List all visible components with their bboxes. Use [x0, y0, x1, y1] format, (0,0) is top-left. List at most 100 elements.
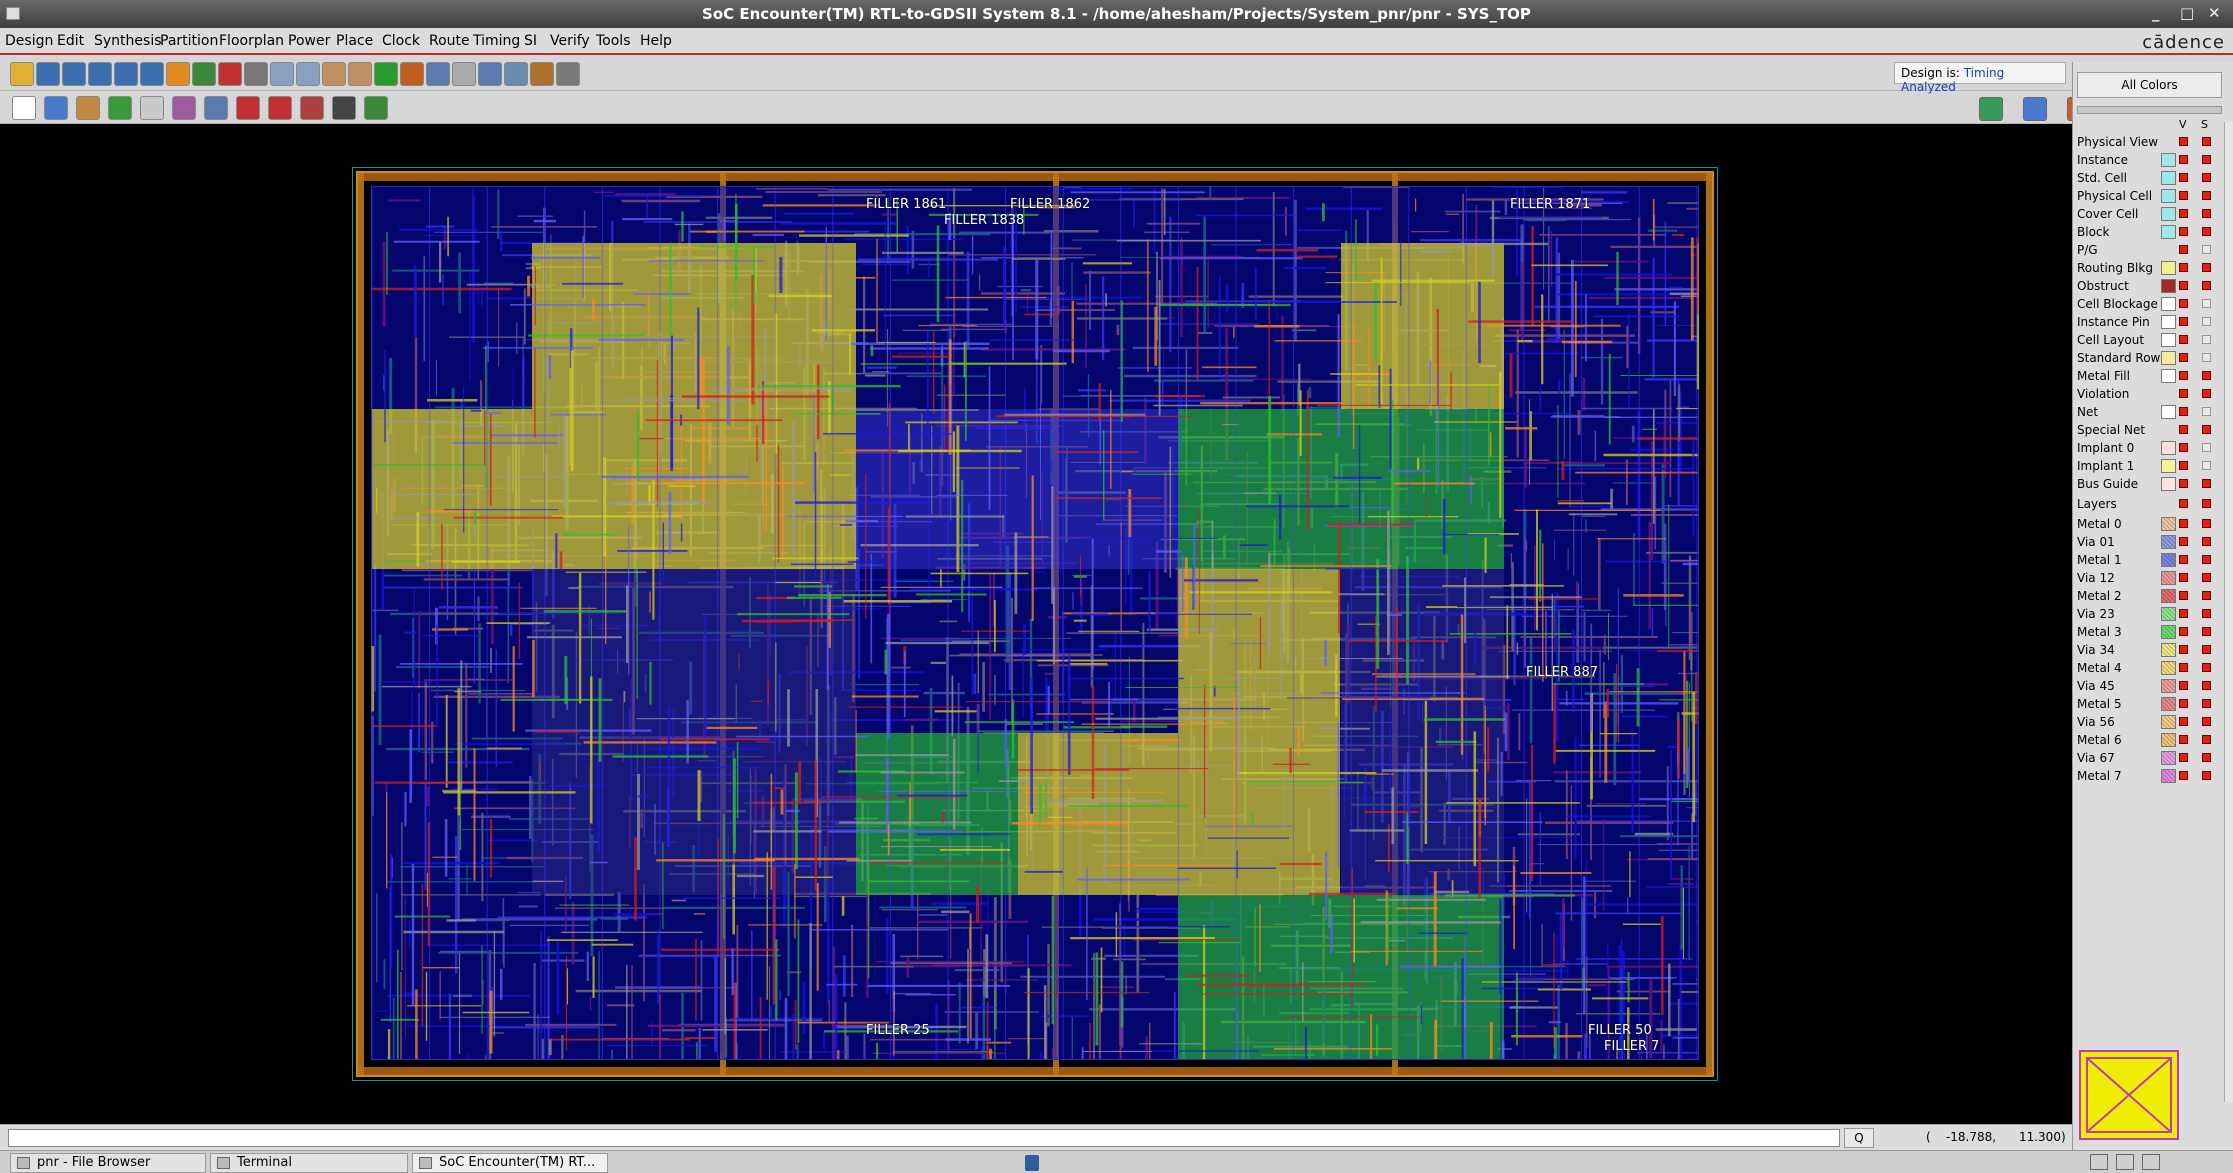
visible-checkbox[interactable]: [2179, 699, 2188, 708]
command-input[interactable]: [8, 1129, 1840, 1147]
layer-row[interactable]: Block: [2075, 223, 2223, 241]
layer-row[interactable]: Bus Guide: [2075, 475, 2223, 493]
add-via-icon[interactable]: [300, 96, 324, 120]
desktop-1-icon[interactable]: [2090, 1154, 2108, 1170]
color-swatch[interactable]: [2161, 441, 2176, 455]
selectable-checkbox[interactable]: [2202, 425, 2211, 434]
selectable-checkbox[interactable]: [2202, 699, 2211, 708]
visible-checkbox[interactable]: [2179, 479, 2188, 488]
layer-row[interactable]: Metal 0: [2075, 515, 2223, 533]
browser-icon[interactable]: [478, 62, 502, 86]
visible-checkbox[interactable]: [2179, 443, 2188, 452]
color-swatch[interactable]: [2161, 225, 2176, 239]
visible-checkbox[interactable]: [2179, 609, 2188, 618]
selectable-checkbox[interactable]: [2202, 461, 2211, 470]
color-swatch[interactable]: [2161, 333, 2176, 347]
query-button[interactable]: Q: [1844, 1128, 1874, 1148]
menu-clock[interactable]: Clock: [382, 33, 420, 49]
selectable-checkbox[interactable]: [2202, 173, 2211, 182]
selectable-checkbox[interactable]: [2202, 245, 2211, 254]
color-swatch[interactable]: [2161, 643, 2176, 657]
selectable-checkbox[interactable]: [2202, 627, 2211, 636]
redraw-icon[interactable]: [140, 62, 164, 86]
color-swatch[interactable]: [2161, 535, 2176, 549]
selectable-checkbox[interactable]: [2202, 443, 2211, 452]
open-icon[interactable]: [10, 62, 34, 86]
layer-row[interactable]: Metal 2: [2075, 587, 2223, 605]
visible-checkbox[interactable]: [2179, 663, 2188, 672]
visible-checkbox[interactable]: [2179, 735, 2188, 744]
visible-checkbox[interactable]: [2179, 573, 2188, 582]
selectable-checkbox[interactable]: [2202, 191, 2211, 200]
visible-checkbox[interactable]: [2179, 407, 2188, 416]
selectable-checkbox[interactable]: [2202, 371, 2211, 380]
dropdown-icon[interactable]: [244, 62, 268, 86]
zoom-out-icon[interactable]: [62, 62, 86, 86]
visible-checkbox[interactable]: [2179, 173, 2188, 182]
selectable-checkbox[interactable]: [2202, 335, 2211, 344]
selectable-checkbox[interactable]: [2202, 389, 2211, 398]
layer-row[interactable]: Physical View: [2075, 133, 2223, 151]
layer-row[interactable]: Metal 6: [2075, 731, 2223, 749]
visible-checkbox[interactable]: [2179, 245, 2188, 254]
visible-checkbox[interactable]: [2179, 371, 2188, 380]
zoom-area-icon[interactable]: [114, 62, 138, 86]
color-swatch[interactable]: [2161, 517, 2176, 531]
ruler-icon[interactable]: [76, 96, 100, 120]
selectable-checkbox[interactable]: [2202, 209, 2211, 218]
highlight-icon[interactable]: [192, 62, 216, 86]
layer-row[interactable]: Via 01: [2075, 533, 2223, 551]
layer-row[interactable]: Cover Cell: [2075, 205, 2223, 223]
redo-icon[interactable]: [348, 62, 372, 86]
color-swatch[interactable]: [2161, 589, 2176, 603]
stretch-icon[interactable]: [268, 96, 292, 120]
refresh-icon[interactable]: [166, 62, 190, 86]
color-swatch[interactable]: [2161, 697, 2176, 711]
move-up-icon[interactable]: [270, 62, 294, 86]
desktop-2-icon[interactable]: [2116, 1154, 2134, 1170]
task-encounter[interactable]: SoC Encounter(TM) RT...: [412, 1153, 608, 1173]
amoeba-view-icon[interactable]: [2023, 97, 2047, 121]
pointer-icon[interactable]: [12, 96, 36, 120]
selectable-checkbox[interactable]: [2202, 537, 2211, 546]
menu-timing[interactable]: Timing: [473, 33, 520, 49]
layer-row[interactable]: Implant 1: [2075, 457, 2223, 475]
visible-checkbox[interactable]: [2179, 425, 2188, 434]
menu-partition[interactable]: Partition: [160, 33, 218, 49]
visible-checkbox[interactable]: [2179, 155, 2188, 164]
visible-checkbox[interactable]: [2179, 335, 2188, 344]
color-swatch[interactable]: [2161, 553, 2176, 567]
visible-checkbox[interactable]: [2179, 537, 2188, 546]
menu-synthesis[interactable]: Synthesis: [94, 33, 162, 49]
info-icon[interactable]: [426, 62, 450, 86]
selectable-checkbox[interactable]: [2202, 735, 2211, 744]
panel-slider[interactable]: [2077, 106, 2222, 114]
color-swatch[interactable]: [2161, 153, 2176, 167]
selectable-checkbox[interactable]: [2202, 155, 2211, 164]
layer-row[interactable]: Physical Cell: [2075, 187, 2223, 205]
selectable-checkbox[interactable]: [2202, 645, 2211, 654]
layer-row[interactable]: P/G: [2075, 241, 2223, 259]
layer-row[interactable]: Via 56: [2075, 713, 2223, 731]
layer-row[interactable]: Instance Pin: [2075, 313, 2223, 331]
layer-row[interactable]: Metal 5: [2075, 695, 2223, 713]
visible-checkbox[interactable]: [2179, 191, 2188, 200]
visible-checkbox[interactable]: [2179, 461, 2188, 470]
layer-row[interactable]: Metal 4: [2075, 659, 2223, 677]
layout-canvas[interactable]: FILLER 1861 FILLER 1862 FILLER 1838 FILL…: [0, 124, 2072, 1124]
visible-checkbox[interactable]: [2179, 317, 2188, 326]
layer-row[interactable]: Cell Blockage: [2075, 295, 2223, 313]
color-swatch[interactable]: [2161, 715, 2176, 729]
color-swatch[interactable]: [2161, 171, 2176, 185]
color-swatch[interactable]: [2161, 679, 2176, 693]
selectable-checkbox[interactable]: [2202, 681, 2211, 690]
task-file-browser[interactable]: pnr - File Browser: [10, 1153, 206, 1173]
layer-row[interactable]: Metal Fill: [2075, 367, 2223, 385]
selectable-checkbox[interactable]: [2202, 519, 2211, 528]
layer-row[interactable]: Metal 1: [2075, 551, 2223, 569]
color-swatch[interactable]: [2161, 607, 2176, 621]
menu-route[interactable]: Route: [429, 33, 470, 49]
layers-header[interactable]: Layers: [2075, 495, 2223, 513]
visible-checkbox[interactable]: [2179, 281, 2188, 290]
visible-checkbox[interactable]: [2179, 227, 2188, 236]
